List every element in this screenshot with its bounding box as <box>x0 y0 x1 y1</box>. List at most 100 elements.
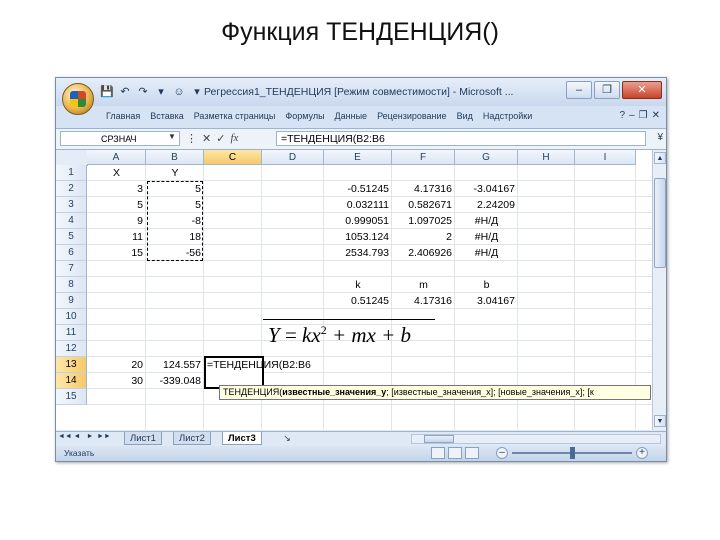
column-header-d[interactable]: D <box>262 150 324 165</box>
row-header-12[interactable]: 12 <box>56 341 87 357</box>
cell-b1[interactable]: Y <box>146 165 204 181</box>
cell-f6[interactable]: 2.406926 <box>392 245 455 261</box>
cell-a1[interactable]: X <box>87 165 146 181</box>
row-header-9[interactable]: 9 <box>56 293 87 309</box>
cell-a5[interactable]: 11 <box>87 229 146 245</box>
office-button[interactable] <box>62 83 94 115</box>
sheet-tab-3[interactable]: Лист3 <box>222 432 262 445</box>
select-all-corner[interactable] <box>56 150 88 166</box>
vertical-scrollbar[interactable]: ▲ ▼ <box>652 150 666 430</box>
column-header-f[interactable]: F <box>392 150 455 165</box>
cell-g2[interactable]: -3.04167 <box>455 181 518 197</box>
name-box[interactable]: СРЗНАЧ <box>60 131 180 146</box>
cell-c13[interactable]: =ТЕНДЕНЦИЯ(B2:B6 <box>204 357 344 373</box>
cell-a4[interactable]: 9 <box>87 213 146 229</box>
cell-b2[interactable]: 5 <box>146 181 204 197</box>
cell-g3[interactable]: 2.24209 <box>455 197 518 213</box>
restore-button[interactable]: ❐ <box>594 81 620 99</box>
tab-data[interactable]: Данные <box>335 111 368 121</box>
cell-e6[interactable]: 2534.793 <box>324 245 392 261</box>
tooltip-function-name[interactable]: ТЕНДЕНЦИЯ( <box>223 387 282 397</box>
close-button[interactable]: ✕ <box>622 81 662 99</box>
scroll-up-icon[interactable]: ▲ <box>654 152 666 164</box>
qat-dropdown-icon[interactable]: ▾ <box>154 85 168 98</box>
cell-b3[interactable]: 5 <box>146 197 204 213</box>
ribbon-minimize-button[interactable]: – <box>629 110 635 121</box>
next-sheet-icon[interactable]: ► <box>84 433 96 440</box>
cell-a13[interactable]: 20 <box>87 357 146 373</box>
sheet-tab-2[interactable]: Лист2 <box>173 432 211 445</box>
row-header-3[interactable]: 3 <box>56 197 87 213</box>
zoom-out-icon[interactable]: – <box>496 447 508 459</box>
minimize-button[interactable]: – <box>566 81 592 99</box>
spreadsheet-grid[interactable]: A B C D E F G H I 1 2 3 4 5 6 7 8 9 10 11 12 13 14 15 X Y 3 5 5 5 9 -8 1… <box>56 150 652 430</box>
column-header-h[interactable]: H <box>518 150 575 165</box>
tab-home[interactable]: Главная <box>106 111 140 121</box>
cell-f4[interactable]: 1.097025 <box>392 213 455 229</box>
tab-insert[interactable]: Вставка <box>150 111 183 121</box>
cell-f3[interactable]: 0.582671 <box>392 197 455 213</box>
scroll-down-icon[interactable]: ▼ <box>654 415 666 427</box>
smiley-icon[interactable]: ☺ <box>172 86 186 98</box>
prev-sheet-icon[interactable]: ◄ <box>71 433 83 440</box>
ribbon-restore-button[interactable]: ❐ <box>639 110 648 121</box>
cell-f8[interactable]: m <box>392 277 455 293</box>
undo-icon[interactable]: ↶ <box>118 85 132 98</box>
cell-a14[interactable]: 30 <box>87 373 146 389</box>
cell-a2[interactable]: 3 <box>87 181 146 197</box>
vertical-scroll-thumb[interactable] <box>654 178 666 268</box>
save-icon[interactable]: 💾 <box>100 85 114 98</box>
row-header-1[interactable]: 1 <box>56 165 87 181</box>
row-header-10[interactable]: 10 <box>56 309 87 325</box>
cell-b6[interactable]: -56 <box>146 245 204 261</box>
cell-g4[interactable]: #Н/Д <box>455 213 518 229</box>
zoom-in-icon[interactable]: + <box>636 447 648 459</box>
column-header-e[interactable]: E <box>324 150 392 165</box>
cell-g9[interactable]: 3.04167 <box>455 293 518 309</box>
column-header-i[interactable]: I <box>575 150 636 165</box>
zoom-slider-thumb[interactable] <box>570 447 575 459</box>
column-header-g[interactable]: G <box>455 150 518 165</box>
redo-icon[interactable]: ↷ <box>136 85 150 98</box>
tab-formulas[interactable]: Формулы <box>285 111 324 121</box>
tab-addins[interactable]: Надстройки <box>483 111 532 121</box>
column-header-a[interactable]: A <box>87 150 146 165</box>
cell-e9[interactable]: 0.51245 <box>324 293 392 309</box>
cell-g6[interactable]: #Н/Д <box>455 245 518 261</box>
cell-g8[interactable]: b <box>455 277 518 293</box>
row-header-11[interactable]: 11 <box>56 325 87 341</box>
cell-b4[interactable]: -8 <box>146 213 204 229</box>
cell-b14[interactable]: -339.048 <box>146 373 204 389</box>
cell-g5[interactable]: #Н/Д <box>455 229 518 245</box>
insert-sheet-icon[interactable]: ↘ <box>278 432 296 445</box>
column-header-c[interactable]: C <box>204 150 262 165</box>
cell-e3[interactable]: 0.032111 <box>324 197 392 213</box>
cell-e8[interactable]: k <box>324 277 392 293</box>
row-header-4[interactable]: 4 <box>56 213 87 229</box>
last-sheet-icon[interactable]: ►► <box>97 433 111 440</box>
cell-f5[interactable]: 2 <box>392 229 455 245</box>
column-header-b[interactable]: B <box>146 150 204 165</box>
formula-input[interactable]: =ТЕНДЕНЦИЯ(B2:B6 <box>276 131 646 146</box>
row-header-2[interactable]: 2 <box>56 181 87 197</box>
cell-f9[interactable]: 4.17316 <box>392 293 455 309</box>
ribbon-close-button[interactable]: ✕ <box>652 110 660 121</box>
sheet-tab-1[interactable]: Лист1 <box>124 432 162 445</box>
normal-view-icon[interactable] <box>431 447 445 459</box>
horizontal-scrollbar[interactable] <box>411 434 661 444</box>
name-box-dropdown-icon[interactable]: ▼ <box>168 132 176 141</box>
row-header-8[interactable]: 8 <box>56 277 87 293</box>
cell-e5[interactable]: 1053.124 <box>324 229 392 245</box>
row-header-15[interactable]: 15 <box>56 389 87 405</box>
tab-view[interactable]: Вид <box>457 111 473 121</box>
cell-e2[interactable]: -0.51245 <box>324 181 392 197</box>
cell-f2[interactable]: 4.17316 <box>392 181 455 197</box>
first-sheet-icon[interactable]: ◄◄ <box>58 433 72 440</box>
page-break-view-icon[interactable] <box>465 447 479 459</box>
confirm-formula-icon[interactable]: ✓ <box>216 132 225 145</box>
cell-b5[interactable]: 18 <box>146 229 204 245</box>
cancel-formula-icon[interactable]: ✕ <box>202 132 211 145</box>
row-header-6[interactable]: 6 <box>56 245 87 261</box>
cell-a3[interactable]: 5 <box>87 197 146 213</box>
row-header-13[interactable]: 13 <box>56 357 87 373</box>
